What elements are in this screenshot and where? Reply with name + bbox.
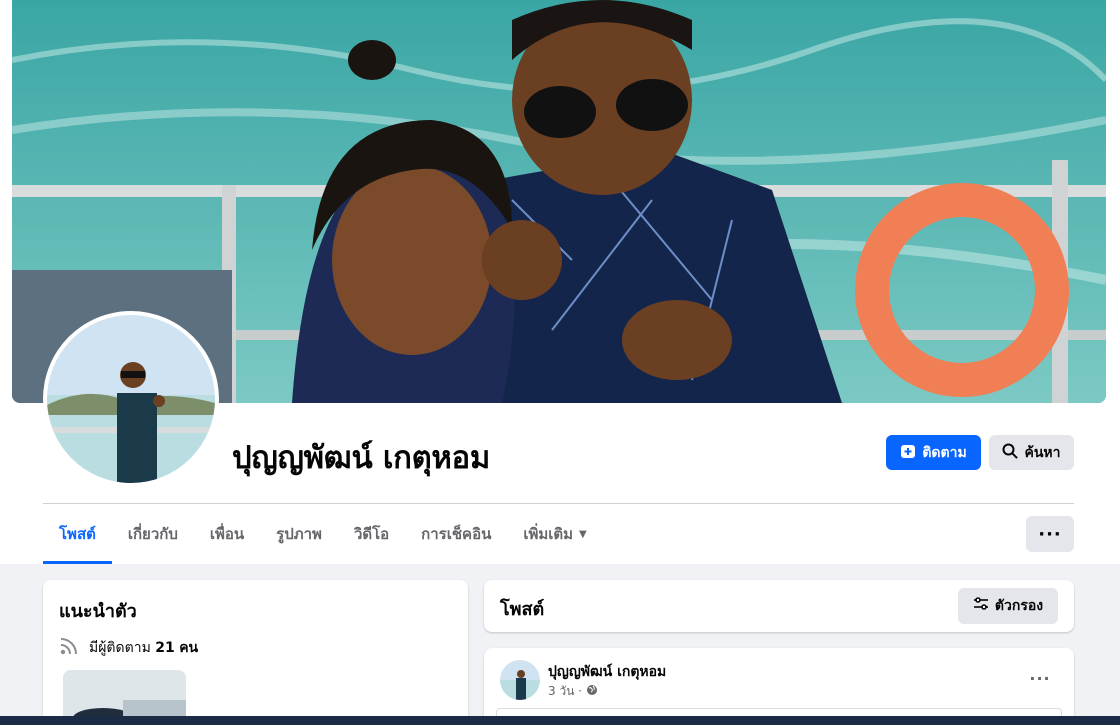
tab-label: เพื่อน	[209, 525, 245, 543]
tab-label: โพสต์	[59, 525, 96, 543]
tab-label: รูปภาพ	[276, 525, 322, 543]
tab-checkins[interactable]: การเช็คอิน	[405, 504, 507, 564]
posts-title: โพสต์	[500, 599, 545, 620]
followers-row: มีผู้ติดตาม 21 คน	[59, 636, 198, 660]
follow-label: ติดตาม	[922, 444, 967, 461]
tab-more[interactable]: เพิ่มเติม ▼	[507, 504, 602, 564]
tab-videos[interactable]: วิดีโอ	[338, 504, 405, 564]
intro-title: แนะนำตัว	[59, 601, 137, 622]
followers-prefix: มีผู้ติดตาม	[89, 640, 151, 656]
posts-header-card: โพสต์ ตัวกรอง	[484, 580, 1074, 632]
tab-posts[interactable]: โพสต์	[43, 504, 112, 564]
tab-label: เกี่ยวกับ	[127, 525, 178, 543]
post-more-button[interactable]: ···	[1022, 664, 1058, 692]
profile-name: ปุญญพัฒน์ เกตุหอม	[232, 440, 491, 476]
filter-label: ตัวกรอง	[994, 598, 1044, 614]
profile-tabs: โพสต์ เกี่ยวกับ เพื่อน รูปภาพ วิดีโอ การ…	[43, 504, 603, 564]
tab-label: การเช็คอิน	[421, 525, 492, 543]
search-label: ค้นหา	[1024, 444, 1061, 461]
post-meta: 3 วัน ·	[548, 682, 598, 701]
follow-button[interactable]: ติดตาม	[886, 435, 981, 470]
followers-suffix: คน	[179, 640, 199, 656]
caret-down-icon: ▼	[579, 528, 587, 540]
system-taskbar	[0, 716, 1120, 725]
filter-icon	[973, 596, 989, 616]
search-button[interactable]: ค้นหา	[989, 435, 1074, 470]
tab-about[interactable]: เกี่ยวกับ	[112, 504, 194, 564]
filter-button[interactable]: ตัวกรอง	[958, 588, 1058, 624]
post-author-avatar[interactable]	[500, 660, 540, 700]
followers-count[interactable]: 21	[155, 640, 174, 656]
tab-label: วิดีโอ	[353, 525, 390, 543]
intro-card: แนะนำตัว มีผู้ติดตาม 21 คน	[43, 580, 468, 725]
profile-more-button[interactable]: ···	[1026, 516, 1074, 552]
post-card: ปุญญพัฒน์ เกตุหอม 3 วัน · ···	[484, 648, 1074, 725]
more-dots-icon: ···	[1029, 668, 1051, 688]
tab-photos[interactable]: รูปภาพ	[260, 504, 338, 564]
rss-icon	[59, 636, 79, 660]
post-time[interactable]: 3 วัน ·	[548, 682, 582, 701]
tab-label: เพิ่มเติม	[523, 525, 574, 543]
follow-plus-icon	[900, 443, 916, 463]
globe-icon	[586, 684, 598, 699]
post-author-name[interactable]: ปุญญพัฒน์ เกตุหอม	[548, 661, 666, 683]
profile-avatar[interactable]	[43, 311, 219, 487]
tab-friends[interactable]: เพื่อน	[194, 504, 260, 564]
more-dots-icon: ···	[1038, 523, 1062, 545]
search-icon	[1002, 443, 1018, 463]
